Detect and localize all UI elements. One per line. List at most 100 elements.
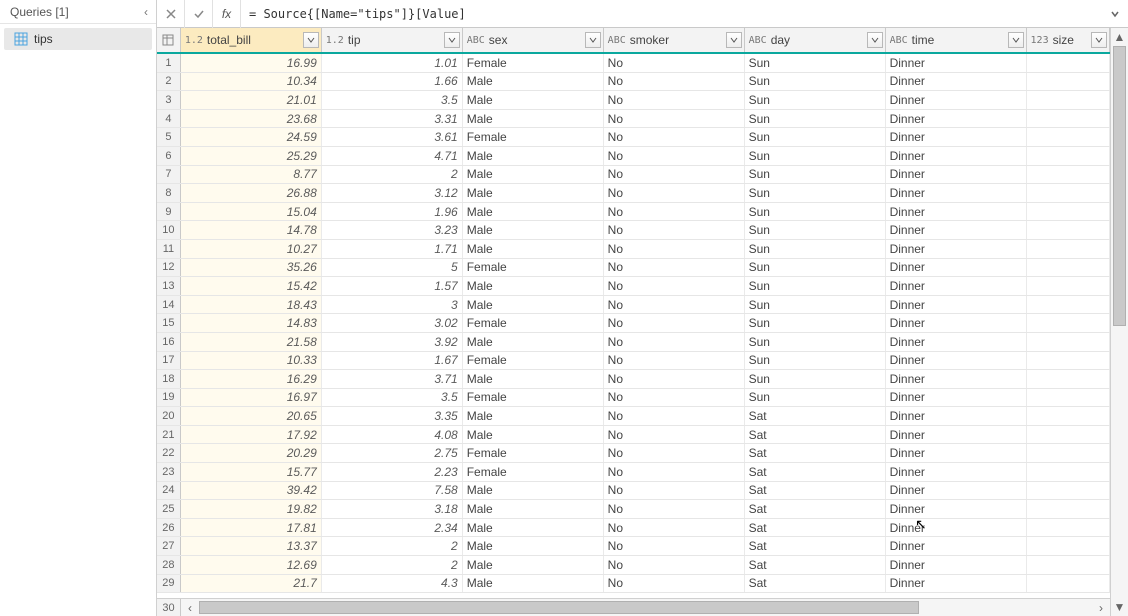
cell-time[interactable]: Dinner [886, 352, 1027, 370]
cell-sex[interactable]: Male [463, 203, 604, 221]
cell-size[interactable] [1027, 73, 1110, 91]
cell-tip[interactable]: 1.57 [322, 277, 463, 295]
vscroll-thumb[interactable] [1113, 46, 1126, 326]
cell-time[interactable]: Dinner [886, 482, 1027, 500]
cell-tip[interactable]: 3.18 [322, 500, 463, 518]
cell-size[interactable] [1027, 54, 1110, 72]
cell-size[interactable] [1027, 575, 1110, 593]
cell-total_bill[interactable]: 21.7 [181, 575, 322, 593]
table-row[interactable]: 321.013.5MaleNoSunDinner [157, 91, 1110, 110]
cell-total_bill[interactable]: 10.33 [181, 352, 322, 370]
cell-time[interactable]: Dinner [886, 54, 1027, 72]
formula-input[interactable] [241, 1, 1102, 27]
cell-size[interactable] [1027, 184, 1110, 202]
cell-day[interactable]: Sat [745, 444, 886, 462]
cell-total_bill[interactable]: 12.69 [181, 556, 322, 574]
column-filter-button[interactable] [1008, 32, 1024, 48]
cell-tip[interactable]: 3.35 [322, 407, 463, 425]
cell-sex[interactable]: Male [463, 110, 604, 128]
cell-smoker[interactable]: No [604, 240, 745, 258]
cell-sex[interactable]: Male [463, 73, 604, 91]
cell-sex[interactable]: Male [463, 147, 604, 165]
cell-time[interactable]: Dinner [886, 333, 1027, 351]
cell-total_bill[interactable]: 20.29 [181, 444, 322, 462]
cell-day[interactable]: Sat [745, 482, 886, 500]
table-row[interactable]: 1514.833.02FemaleNoSunDinner [157, 314, 1110, 333]
cell-time[interactable]: Dinner [886, 444, 1027, 462]
table-row[interactable]: 1816.293.71MaleNoSunDinner [157, 370, 1110, 389]
cell-day[interactable]: Sun [745, 147, 886, 165]
cell-sex[interactable]: Male [463, 370, 604, 388]
cell-smoker[interactable]: No [604, 407, 745, 425]
cell-time[interactable]: Dinner [886, 500, 1027, 518]
cell-smoker[interactable]: No [604, 556, 745, 574]
cell-size[interactable] [1027, 389, 1110, 407]
cell-smoker[interactable]: No [604, 537, 745, 555]
hscroll-thumb[interactable] [199, 601, 919, 614]
cell-smoker[interactable]: No [604, 444, 745, 462]
cell-sex[interactable]: Male [463, 277, 604, 295]
row-number[interactable]: 3 [157, 91, 181, 109]
row-number[interactable]: 26 [157, 519, 181, 537]
cell-time[interactable]: Dinner [886, 426, 1027, 444]
cell-total_bill[interactable]: 10.27 [181, 240, 322, 258]
cell-size[interactable] [1027, 314, 1110, 332]
cell-smoker[interactable]: No [604, 203, 745, 221]
row-number[interactable]: 20 [157, 407, 181, 425]
cell-smoker[interactable]: No [604, 259, 745, 277]
cell-day[interactable]: Sun [745, 184, 886, 202]
cell-total_bill[interactable]: 19.82 [181, 500, 322, 518]
cell-smoker[interactable]: No [604, 389, 745, 407]
row-number[interactable]: 8 [157, 184, 181, 202]
vscroll-up-arrow[interactable]: ▲ [1111, 28, 1128, 46]
cell-total_bill[interactable]: 39.42 [181, 482, 322, 500]
cell-tip[interactable]: 2 [322, 537, 463, 555]
cell-time[interactable]: Dinner [886, 314, 1027, 332]
cell-total_bill[interactable]: 15.04 [181, 203, 322, 221]
cell-tip[interactable]: 2 [322, 166, 463, 184]
cell-day[interactable]: Sun [745, 259, 886, 277]
table-row[interactable]: 2617.812.34MaleNoSatDinner [157, 519, 1110, 538]
cell-size[interactable] [1027, 482, 1110, 500]
table-row[interactable]: 423.683.31MaleNoSunDinner [157, 110, 1110, 129]
row-number[interactable]: 5 [157, 128, 181, 146]
cell-size[interactable] [1027, 296, 1110, 314]
hscroll-right-arrow[interactable]: › [1092, 599, 1110, 616]
cell-day[interactable]: Sun [745, 73, 886, 91]
cell-time[interactable]: Dinner [886, 110, 1027, 128]
cell-smoker[interactable]: No [604, 110, 745, 128]
cell-day[interactable]: Sun [745, 240, 886, 258]
cell-total_bill[interactable]: 15.77 [181, 463, 322, 481]
row-number[interactable]: 2 [157, 73, 181, 91]
vscroll-down-arrow[interactable]: ▼ [1111, 598, 1128, 616]
cell-time[interactable]: Dinner [886, 240, 1027, 258]
table-row[interactable]: 210.341.66MaleNoSunDinner [157, 73, 1110, 92]
cell-total_bill[interactable]: 8.77 [181, 166, 322, 184]
cell-sex[interactable]: Male [463, 575, 604, 593]
row-number[interactable]: 10 [157, 221, 181, 239]
cell-day[interactable]: Sun [745, 54, 886, 72]
cell-total_bill[interactable]: 16.29 [181, 370, 322, 388]
table-row[interactable]: 78.772MaleNoSunDinner [157, 166, 1110, 185]
cell-sex[interactable]: Male [463, 221, 604, 239]
fx-label[interactable]: fx [213, 0, 241, 28]
cell-smoker[interactable]: No [604, 463, 745, 481]
cell-total_bill[interactable]: 26.88 [181, 184, 322, 202]
cell-tip[interactable]: 3.23 [322, 221, 463, 239]
cell-smoker[interactable]: No [604, 482, 745, 500]
cell-smoker[interactable]: No [604, 314, 745, 332]
cell-tip[interactable]: 3.71 [322, 370, 463, 388]
table-row[interactable]: 1014.783.23MaleNoSunDinner [157, 221, 1110, 240]
cell-size[interactable] [1027, 166, 1110, 184]
row-number[interactable]: 4 [157, 110, 181, 128]
cell-tip[interactable]: 2.23 [322, 463, 463, 481]
cell-day[interactable]: Sun [745, 333, 886, 351]
cell-time[interactable]: Dinner [886, 203, 1027, 221]
cell-size[interactable] [1027, 463, 1110, 481]
cell-total_bill[interactable]: 16.97 [181, 389, 322, 407]
cell-day[interactable]: Sat [745, 556, 886, 574]
cell-smoker[interactable]: No [604, 333, 745, 351]
row-number[interactable]: 7 [157, 166, 181, 184]
query-item-tips[interactable]: tips [4, 28, 152, 50]
cell-total_bill[interactable]: 21.58 [181, 333, 322, 351]
